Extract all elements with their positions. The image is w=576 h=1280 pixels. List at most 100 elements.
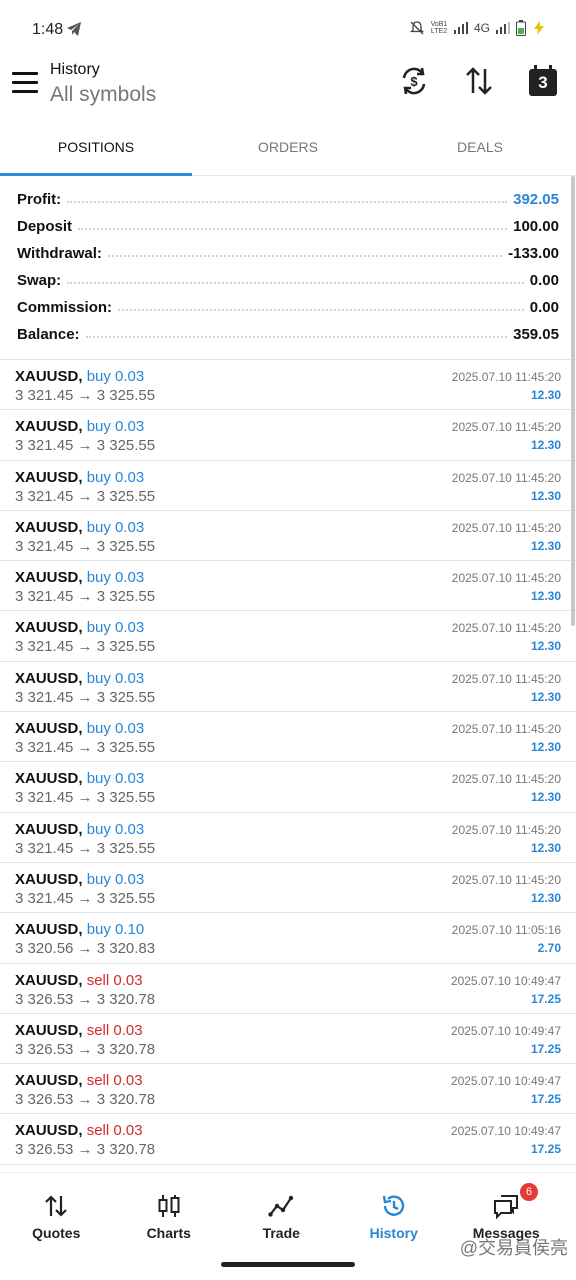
position-symbol: XAUUSD, buy 0.03 <box>15 670 144 687</box>
nav-label: Charts <box>146 1225 191 1241</box>
position-profit: 12.30 <box>530 438 561 453</box>
position-symbol: XAUUSD, sell 0.03 <box>15 1022 143 1039</box>
position-row[interactable]: XAUUSD, buy 0.03 3 321.45 → 3 325.55 2025.… <box>0 762 576 813</box>
menu-icon[interactable] <box>12 72 38 94</box>
position-row[interactable]: XAUUSD, buy 0.03 3 321.45 → 3 325.55 2025.… <box>0 461 576 511</box>
position-time: 2025.07.10 10:49:47 <box>450 1124 561 1139</box>
dotted-leader <box>107 254 503 257</box>
position-symbol: XAUUSD, buy 0.03 <box>15 770 144 787</box>
position-row[interactable]: XAUUSD, buy 0.03 3 321.45 → 3 325.55 2025.… <box>0 410 576 461</box>
position-prices: 3 321.45 → 3 325.55 <box>15 739 156 757</box>
position-volume: buy 0.03 <box>86 720 145 738</box>
trade-icon <box>268 1195 294 1217</box>
summary-value: 0.00 <box>529 272 559 289</box>
position-time: 2025.07.10 10:49:47 <box>450 1023 561 1038</box>
position-row[interactable]: XAUUSD, buy 0.10 3 320.56 → 3 320.83 2025.… <box>0 913 576 964</box>
position-volume: buy 0.03 <box>86 669 145 687</box>
position-prices: 3 326.53 → 3 320.78 <box>15 1091 156 1109</box>
mute-bell-icon <box>409 21 424 35</box>
nav-trade[interactable]: Trade <box>225 1173 338 1252</box>
position-symbol: XAUUSD, buy 0.03 <box>15 519 144 536</box>
position-symbol: XAUUSD, buy 0.03 <box>15 821 144 838</box>
position-volume: buy 0.03 <box>86 770 145 788</box>
position-profit: 12.30 <box>530 890 561 905</box>
position-profit: 12.30 <box>530 689 561 704</box>
position-profit: 17.25 <box>530 991 561 1006</box>
position-volume: buy 0.03 <box>86 870 145 888</box>
position-volume: buy 0.03 <box>86 569 145 587</box>
symbol-filter[interactable]: All symbols <box>50 83 156 107</box>
position-time: 2025.07.10 11:45:20 <box>451 872 561 887</box>
summary-value: 359.05 <box>513 326 559 343</box>
summary-label: Balance: <box>17 326 86 343</box>
position-time: 2025.07.10 11:45:20 <box>451 822 561 837</box>
tab-positions[interactable]: POSITIONS <box>0 122 192 176</box>
telegram-icon <box>67 22 81 36</box>
position-row[interactable]: XAUUSD, buy 0.03 3 321.45 → 3 325.55 2025.… <box>0 813 576 863</box>
position-prices: 3 326.53 → 3 320.78 <box>15 1141 156 1159</box>
nav-history[interactable]: History <box>338 1173 451 1252</box>
position-profit: 12.30 <box>530 538 561 553</box>
position-volume: buy 0.03 <box>86 368 145 385</box>
home-indicator[interactable] <box>221 1262 355 1267</box>
symbol-name: XAUUSD, <box>15 971 83 989</box>
position-profit: 2.70 <box>537 941 561 956</box>
symbol-name: XAUUSD, <box>15 870 83 888</box>
position-row[interactable]: XAUUSD, buy 0.03 3 321.45 → 3 325.55 2025.… <box>0 561 576 612</box>
dotted-leader <box>85 335 508 338</box>
position-profit: 12.30 <box>530 790 561 805</box>
symbol-name: XAUUSD, <box>15 518 83 536</box>
position-volume: buy 0.03 <box>86 619 145 637</box>
scrollbar[interactable] <box>571 176 575 626</box>
position-row[interactable]: XAUUSD, buy 0.03 3 321.45 → 3 325.55 2025.… <box>0 863 576 914</box>
position-time: 2025.07.10 11:45:20 <box>451 520 561 535</box>
position-symbol: XAUUSD, buy 0.03 <box>15 871 144 888</box>
position-row[interactable]: XAUUSD, sell 0.03 3 326.53 → 3 320.78 2025… <box>0 1114 576 1165</box>
position-volume: buy 0.03 <box>86 518 145 536</box>
position-symbol: XAUUSD, sell 0.03 <box>15 1072 143 1089</box>
position-profit: 12.30 <box>530 740 561 755</box>
symbol-name: XAUUSD, <box>15 720 83 738</box>
charging-icon <box>534 21 544 35</box>
position-row[interactable]: XAUUSD, buy 0.03 3 321.45 → 3 325.55 2025.… <box>0 611 576 662</box>
position-row[interactable]: XAUUSD, buy 0.03 3 321.45 → 3 325.55 2025.… <box>0 712 576 763</box>
position-row[interactable]: XAUUSD, sell 0.03 3 326.53 → 3 320.78 2025… <box>0 964 576 1014</box>
position-time: 2025.07.10 11:45:20 <box>451 571 561 586</box>
signal-icon <box>453 22 468 34</box>
position-prices: 3 326.53 → 3 320.78 <box>15 1040 156 1058</box>
tab-orders[interactable]: ORDERS <box>192 122 384 175</box>
position-row[interactable]: XAUUSD, buy 0.03 3 321.45 → 3 325.55 2025.… <box>0 360 576 411</box>
position-time: 2025.07.10 10:49:47 <box>450 973 561 988</box>
notification-badge: 6 <box>520 1183 538 1201</box>
position-row[interactable]: XAUUSD, buy 0.03 3 321.45 → 3 325.55 2025.… <box>0 662 576 713</box>
charts-icon <box>158 1195 180 1217</box>
position-row[interactable]: XAUUSD, sell 0.03 3 326.53 → 3 320.78 2025… <box>0 1064 576 1115</box>
account-summary: Profit: 392.05 Deposit 100.00 Withdrawal… <box>0 186 576 348</box>
position-prices: 3 321.45 → 3 325.55 <box>15 387 156 404</box>
calendar-icon[interactable]: 3 <box>527 65 559 97</box>
symbol-name: XAUUSD, <box>15 1122 83 1140</box>
position-profit: 12.30 <box>530 639 561 654</box>
summary-label: Swap: <box>17 272 68 289</box>
status-bar: 1:48 VoB1 LTE2 4G <box>0 0 576 56</box>
currency-exchange-icon[interactable]: $ <box>398 65 430 97</box>
position-prices: 3 326.53 → 3 320.78 <box>15 990 156 1008</box>
symbol-name: XAUUSD, <box>15 368 83 385</box>
tab-deals[interactable]: DEALS <box>384 122 576 175</box>
svg-text:$: $ <box>410 74 418 89</box>
position-row[interactable]: XAUUSD, sell 0.03 3 326.53 → 3 320.78 2025… <box>0 1014 576 1065</box>
position-row[interactable]: XAUUSD, buy 0.03 3 321.45 → 3 325.55 2025.… <box>0 511 576 562</box>
nav-quotes[interactable]: Quotes <box>0 1173 113 1252</box>
messages-icon <box>494 1195 519 1219</box>
symbol-name: XAUUSD, <box>15 770 83 788</box>
nav-label: Trade <box>262 1225 300 1241</box>
sort-icon[interactable] <box>463 65 495 97</box>
position-symbol: XAUUSD, sell 0.03 <box>15 972 143 989</box>
nav-label: History <box>369 1225 418 1241</box>
summary-swap: Swap: 0.00 <box>0 267 576 294</box>
history-icon <box>382 1195 404 1216</box>
nav-charts[interactable]: Charts <box>113 1173 226 1252</box>
position-prices: 3 320.56 → 3 320.83 <box>15 940 156 958</box>
position-profit: 12.30 <box>530 589 561 604</box>
position-profit: 12.30 <box>530 840 561 855</box>
